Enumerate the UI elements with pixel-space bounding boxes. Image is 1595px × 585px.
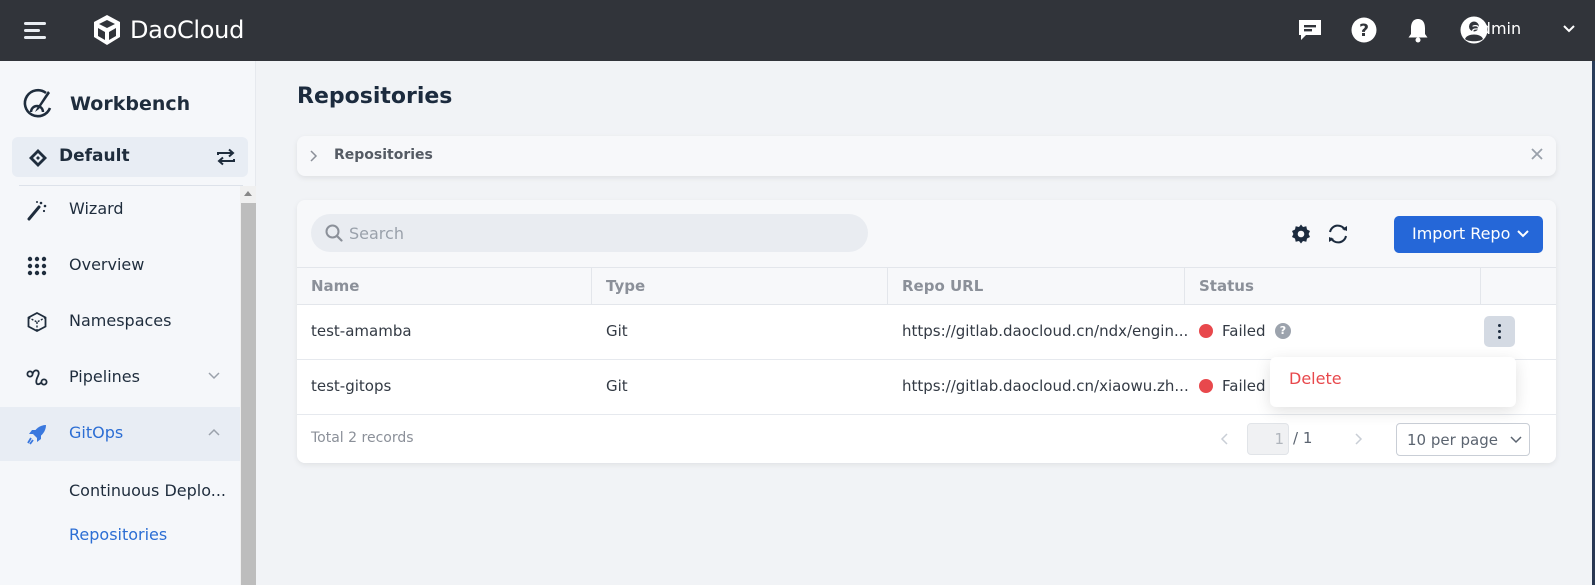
page-title: Repositories: [297, 84, 453, 109]
user-name[interactable]: admin: [1471, 19, 1521, 38]
table-footer: Total 2 records / 1 10 per page: [297, 415, 1556, 463]
sidebar-subitem-continuous-deploy[interactable]: Continuous Deplo...: [69, 481, 226, 500]
column-header-repo-url[interactable]: Repo URL: [888, 268, 1185, 304]
daocloud-logo-icon: [94, 15, 120, 45]
help-icon[interactable]: ?: [1349, 15, 1379, 45]
info-banner: Repositories: [297, 136, 1556, 176]
cell-status: Failed: [1222, 377, 1266, 395]
workspace-icon: [29, 149, 47, 167]
cell-status: Failed: [1222, 322, 1266, 340]
next-page-icon[interactable]: [1354, 432, 1364, 446]
cube-icon: [27, 311, 47, 333]
chevron-right-icon[interactable]: [309, 149, 319, 163]
chevron-down-icon: [1517, 230, 1529, 238]
column-header-type[interactable]: Type: [592, 268, 888, 304]
repositories-table-card: Import Repo Name Type Repo URL Status te…: [297, 200, 1556, 463]
sidebar-item-wizard[interactable]: Wizard: [0, 183, 240, 237]
svg-text:?: ?: [1359, 21, 1369, 41]
search-input[interactable]: [349, 214, 849, 252]
cell-repo-url: https://gitlab.daocloud.cn/ndx/engin...: [902, 322, 1189, 340]
column-header-actions: [1481, 268, 1556, 304]
magic-wand-icon: [27, 201, 47, 221]
message-icon[interactable]: [1295, 15, 1325, 45]
sidebar-scrollbar[interactable]: [240, 186, 256, 585]
top-bar: DaoCloud ? admin: [0, 0, 1595, 61]
prev-page-icon[interactable]: [1219, 432, 1229, 446]
refresh-icon[interactable]: [1326, 223, 1350, 245]
cell-type: Git: [606, 377, 628, 395]
swap-icon[interactable]: [216, 148, 236, 166]
page-number-input[interactable]: [1247, 423, 1289, 455]
sidebar-item-label: Overview: [69, 255, 145, 274]
cell-name[interactable]: test-amamba: [311, 322, 412, 340]
close-icon[interactable]: [1530, 147, 1544, 161]
sidebar-item-gitops[interactable]: GitOps: [0, 407, 240, 461]
workbench-title: Workbench: [70, 93, 191, 115]
workbench-header: Workbench: [22, 88, 190, 120]
cell-repo-url: https://gitlab.daocloud.cn/xiaowu.zh...: [902, 377, 1189, 395]
import-repo-button[interactable]: Import Repo: [1394, 216, 1543, 253]
chevron-down-icon: [208, 372, 220, 380]
sidebar-item-pipelines[interactable]: Pipelines: [0, 351, 240, 405]
sidebar: Workbench Default Wizard Overview Namesp…: [0, 61, 256, 585]
workspace-switcher[interactable]: Default: [12, 137, 248, 177]
brand-name: DaoCloud: [130, 16, 245, 44]
column-header-name[interactable]: Name: [297, 268, 592, 304]
sidebar-item-overview[interactable]: Overview: [0, 239, 240, 293]
chevron-down-icon[interactable]: [1562, 24, 1576, 34]
status-failed-dot-icon: [1199, 324, 1213, 338]
cell-name[interactable]: test-gitops: [311, 377, 391, 395]
info-banner-label[interactable]: Repositories: [334, 147, 433, 163]
chevron-down-icon: [1510, 436, 1522, 444]
scrollbar-thumb[interactable]: [241, 203, 256, 585]
chevron-up-icon: [208, 428, 220, 436]
row-more-actions-button[interactable]: [1484, 316, 1515, 347]
import-repo-label: Import Repo: [1412, 224, 1511, 243]
brand-logo[interactable]: DaoCloud: [90, 13, 244, 47]
settings-gear-icon[interactable]: [1290, 223, 1312, 245]
grid-dots-icon: [27, 256, 47, 276]
table-header: Name Type Repo URL Status: [297, 267, 1556, 305]
search-box[interactable]: [311, 214, 868, 252]
column-header-status[interactable]: Status: [1185, 268, 1481, 304]
table-row: test-amamba Git https://gitlab.daocloud.…: [297, 305, 1556, 360]
menu-icon[interactable]: [24, 20, 48, 40]
notification-bell-icon[interactable]: [1403, 15, 1433, 45]
sidebar-item-namespaces[interactable]: Namespaces: [0, 295, 240, 349]
status-help-icon[interactable]: ?: [1275, 323, 1291, 339]
sidebar-item-label: Wizard: [69, 199, 124, 218]
sidebar-item-label: Namespaces: [69, 311, 172, 330]
search-icon: [325, 224, 343, 242]
pipeline-icon: [26, 369, 48, 386]
total-records: Total 2 records: [311, 430, 414, 446]
delete-menu-item[interactable]: Delete: [1289, 369, 1342, 388]
workbench-icon: [23, 88, 52, 118]
page-size-select[interactable]: 10 per page: [1396, 423, 1530, 456]
page-size-value: 10 per page: [1407, 431, 1499, 449]
row-actions-dropdown: Delete: [1270, 357, 1516, 407]
scroll-up-arrow-icon[interactable]: [244, 191, 252, 196]
sidebar-item-label: GitOps: [69, 423, 124, 442]
sidebar-item-label: Pipelines: [69, 367, 140, 386]
status-failed-dot-icon: [1199, 379, 1213, 393]
sidebar-subitem-repositories[interactable]: Repositories: [69, 525, 167, 544]
workspace-name: Default: [59, 146, 130, 166]
cell-type: Git: [606, 322, 628, 340]
page-total: / 1: [1293, 429, 1313, 447]
rocket-icon: [27, 425, 46, 445]
